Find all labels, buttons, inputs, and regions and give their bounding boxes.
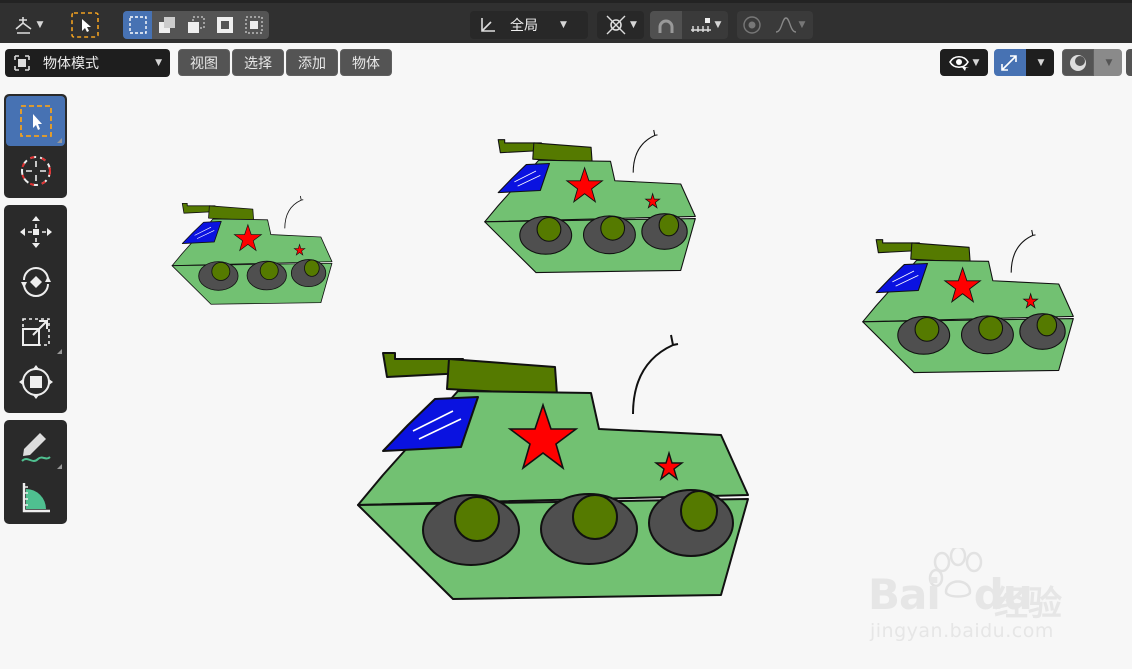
watermark-jingyan: 经验 [994, 584, 1062, 624]
overlay-icon [1070, 54, 1086, 71]
chevron-down-icon: ▼ [1105, 57, 1113, 68]
viewport-toolbar: ▼ 全局 ▼ ▼ ▼ ▼ [0, 0, 1132, 43]
mode-selector[interactable]: 物体模式 ▼ [5, 49, 170, 77]
pivot-point-icon [606, 15, 626, 35]
select-extend-icon [158, 17, 175, 33]
transform-gizmo-button[interactable]: ▼ [6, 11, 50, 39]
watermark-brand-bai: Bai [868, 570, 941, 619]
gizmo-toggle[interactable] [994, 49, 1026, 76]
proportional-editing-toggle[interactable] [737, 11, 767, 39]
overlay-dropdown[interactable]: ▼ [1094, 49, 1122, 76]
snap-increment-icon [690, 18, 711, 32]
select-tool-button[interactable] [68, 11, 102, 39]
menu-add[interactable]: 添加 [286, 49, 338, 76]
gizmo-icon [15, 17, 32, 34]
falloff-curve-icon [775, 17, 796, 33]
tank-small-left[interactable] [171, 195, 333, 305]
select-subtract-button[interactable] [181, 11, 210, 39]
tank-medium-right[interactable] [862, 229, 1074, 374]
shading-button-edge[interactable] [1126, 49, 1132, 76]
snap-group: ▼ [650, 11, 728, 39]
menu-view[interactable]: 视图 [178, 49, 230, 76]
proportional-editing-icon [743, 16, 761, 34]
proportional-editing-group: ▼ [737, 11, 813, 39]
chevron-down-icon: ▼ [560, 20, 567, 30]
visibility-dropdown[interactable]: ▼ [940, 49, 988, 76]
select-intersect-icon [245, 16, 263, 34]
tank-medium-top[interactable] [484, 129, 696, 274]
transform-orientation-dropdown[interactable]: 全局 ▼ [470, 11, 588, 39]
chevron-down-icon: ▼ [630, 20, 637, 30]
object-mode-icon [14, 55, 30, 71]
snap-magnet-icon [658, 19, 674, 33]
menu-object[interactable]: 物体 [340, 49, 392, 76]
select-intersect-button[interactable] [240, 11, 269, 39]
snap-target-dropdown[interactable]: ▼ [682, 16, 728, 34]
select-new-icon [128, 16, 147, 34]
overlay-toggle[interactable] [1062, 49, 1094, 76]
chevron-down-icon: ▼ [155, 58, 162, 68]
chevron-down-icon: ▼ [972, 57, 980, 68]
eye-icon [948, 55, 969, 71]
falloff-dropdown[interactable]: ▼ [767, 16, 813, 34]
select-extend-button[interactable] [152, 11, 181, 39]
watermark-url: jingyan.baidu.com [870, 620, 1054, 642]
select-subtract-icon [188, 16, 205, 33]
select-invert-icon [217, 17, 234, 33]
gizmo-dropdown[interactable]: ▼ [1026, 49, 1054, 76]
chevron-down-icon: ▼ [798, 20, 806, 30]
chevron-down-icon: ▼ [1037, 57, 1045, 68]
orientation-value: 全局 [510, 18, 538, 34]
baidu-watermark: Bai du 经验 jingyan.baidu.com [868, 548, 1078, 648]
gizmo-arrows-icon [1001, 54, 1017, 71]
select-new-button[interactable] [123, 11, 153, 39]
pivot-point-dropdown[interactable]: ▼ [597, 11, 644, 39]
transform-orientation-icon [481, 18, 495, 32]
snap-toggle[interactable] [650, 11, 682, 39]
select-cursor-icon [71, 12, 99, 38]
chevron-down-icon: ▼ [36, 20, 44, 30]
menu-select[interactable]: 选择 [232, 49, 284, 76]
select-invert-button[interactable] [211, 11, 240, 39]
mode-label: 物体模式 [43, 56, 99, 72]
tank-large[interactable] [357, 334, 749, 600]
chevron-down-icon: ▼ [714, 20, 722, 30]
viewport-header: 物体模式 ▼ 视图 选择 添加 物体 ▼ ▼ ▼ [0, 43, 1132, 83]
selection-mode-group [123, 11, 269, 39]
